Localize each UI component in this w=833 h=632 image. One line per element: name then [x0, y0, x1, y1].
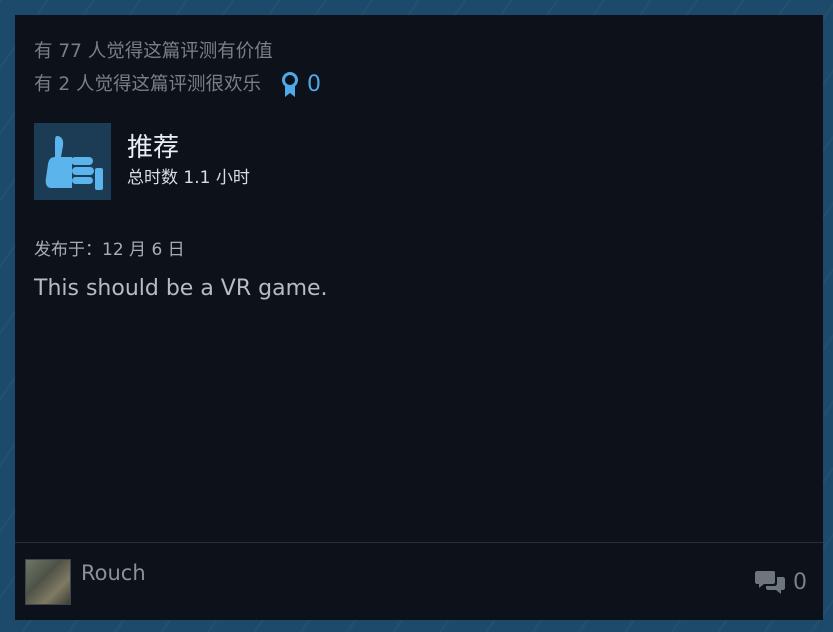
award-count: 0	[307, 72, 322, 97]
recommendation-block: 推荐 总时数 1.1 小时	[34, 123, 250, 200]
review-text: This should be a VR game.	[34, 276, 328, 301]
award-ribbon-icon	[282, 71, 299, 97]
thumbs-up-badge	[34, 123, 111, 200]
playtime-hours: 总时数 1.1 小时	[127, 168, 250, 188]
recommendation-text: 推荐 总时数 1.1 小时	[127, 123, 250, 200]
review-footer: Rouch 0	[15, 542, 823, 621]
found-helpful-text: 有 77 人觉得这篇评测有价值	[34, 41, 273, 62]
comment-count: 0	[793, 569, 807, 595]
author-name[interactable]: Rouch	[81, 559, 146, 587]
funny-count-row: 有 2 人觉得这篇评测很欢乐 0	[34, 68, 321, 101]
helpful-summary: 有 77 人觉得这篇评测有价值 有 2 人觉得这篇评测很欢乐 0	[34, 35, 321, 101]
found-funny-text: 有 2 人觉得这篇评测很欢乐	[34, 74, 262, 95]
avatar[interactable]	[25, 559, 71, 605]
comment-bubbles-icon	[755, 571, 785, 594]
comments-link[interactable]: 0	[755, 569, 807, 595]
recommendation-title: 推荐	[127, 133, 180, 163]
thumbs-up-icon	[45, 135, 103, 190]
award-button[interactable]: 0	[281, 68, 321, 101]
review-card: 有 77 人觉得这篇评测有价值 有 2 人觉得这篇评测很欢乐 0 推荐 总时数 …	[15, 15, 823, 620]
helpful-count-row: 有 77 人觉得这篇评测有价值	[34, 35, 321, 68]
posted-date: 发布于：12 月 6 日	[34, 240, 185, 260]
